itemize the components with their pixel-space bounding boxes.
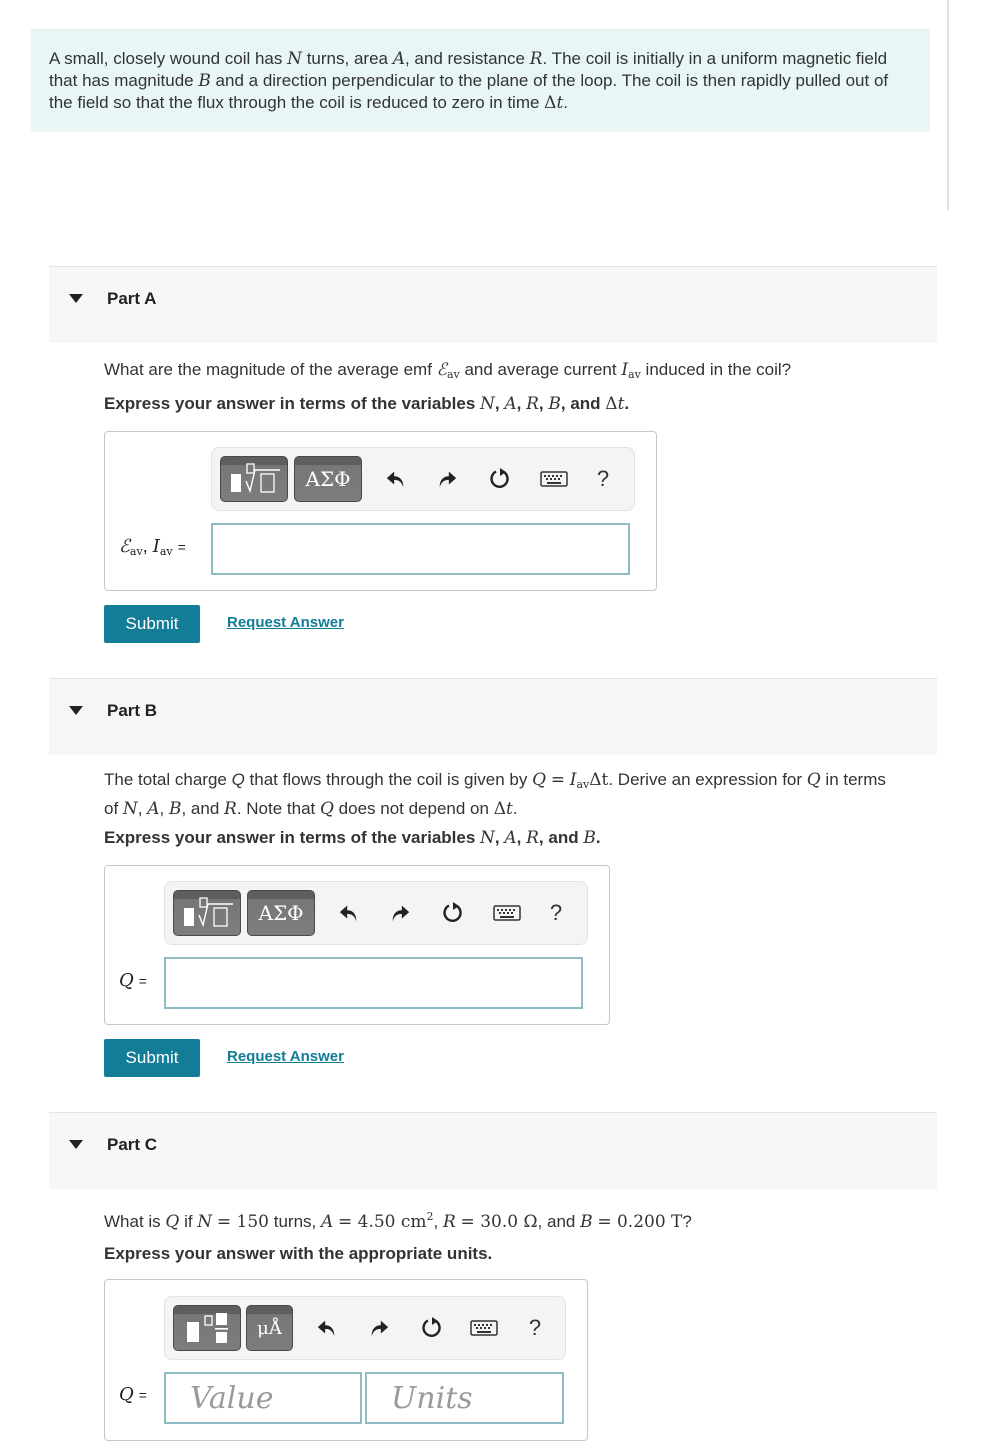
part-a-answer-input[interactable] [211, 523, 630, 575]
part-a-request-answer-link[interactable]: Request Answer [227, 614, 344, 631]
reset-icon[interactable] [485, 464, 515, 494]
part-c-header[interactable]: Part C [49, 1112, 937, 1189]
units-input[interactable] [365, 1372, 564, 1424]
part-c-instruction: Express your answer with the appropriate… [104, 1244, 493, 1263]
intro-text: A small, closely wound coil has N turns,… [49, 49, 889, 113]
part-c-title: Part C [107, 1135, 158, 1154]
part-b-question: The total charge Q that flows through th… [104, 770, 886, 819]
part-c-answer-label: Q = [119, 1384, 147, 1405]
redo-icon[interactable] [364, 1313, 394, 1343]
part-b-submit-button[interactable]: Submit [104, 1039, 200, 1077]
templates-icon [231, 463, 280, 494]
templates-button[interactable] [173, 1305, 241, 1351]
part-a-answer-box: ΑΣΦ ? ℰav, Iav = [104, 431, 657, 591]
part-a-math-toolbar: ΑΣΦ ? [211, 447, 635, 511]
help-button[interactable]: ? [588, 464, 618, 494]
templates-button[interactable] [220, 456, 288, 502]
part-b-title: Part B [107, 701, 158, 720]
greek-symbols-button[interactable]: ΑΣΦ [247, 890, 315, 936]
keyboard-icon[interactable] [537, 464, 571, 494]
part-b-answer-input[interactable] [164, 957, 583, 1009]
help-button[interactable]: ? [520, 1313, 550, 1343]
redo-icon[interactable] [432, 464, 462, 494]
undo-icon[interactable] [312, 1313, 342, 1343]
problem-intro: A small, closely wound coil has N turns,… [31, 29, 930, 132]
undo-icon[interactable] [381, 464, 411, 494]
part-b-request-answer-link[interactable]: Request Answer [227, 1048, 344, 1065]
part-b-header[interactable]: Part B [49, 678, 937, 755]
reset-icon[interactable] [438, 898, 468, 928]
part-a-submit-button[interactable]: Submit [104, 605, 200, 643]
part-c-units-toolbar: μÅ ? [164, 1296, 566, 1360]
collapse-triangle-icon[interactable] [69, 1140, 83, 1149]
part-b-answer-label: Q = [119, 970, 147, 991]
templates-icon [184, 897, 233, 928]
part-b-answer-box: ΑΣΦ ? Q = [104, 865, 610, 1025]
reset-icon[interactable] [417, 1313, 447, 1343]
part-b-math-toolbar: ΑΣΦ ? [164, 881, 588, 945]
keyboard-icon[interactable] [490, 898, 524, 928]
redo-icon[interactable] [385, 898, 415, 928]
collapse-triangle-icon[interactable] [69, 706, 83, 715]
collapse-triangle-icon[interactable] [69, 294, 83, 303]
templates-button[interactable] [173, 890, 241, 936]
part-a-answer-label: ℰav, Iav = [119, 536, 186, 558]
units-button[interactable]: μÅ [246, 1305, 293, 1351]
undo-icon[interactable] [334, 898, 364, 928]
part-c-question: What is Q if N = 150 turns, A = 4.50 cm2… [104, 1210, 692, 1232]
part-a-title: Part A [107, 289, 157, 308]
part-c-answer-box: μÅ ? Q = [104, 1279, 588, 1441]
part-a-instruction: Express your answer in terms of the vari… [104, 394, 630, 414]
scrollbar-track [947, 0, 949, 210]
help-button[interactable]: ? [541, 898, 571, 928]
greek-symbols-button[interactable]: ΑΣΦ [294, 456, 362, 502]
keyboard-icon[interactable] [467, 1313, 501, 1343]
fraction-template-icon [187, 1313, 228, 1343]
part-a-header[interactable]: Part A [49, 266, 937, 343]
value-input[interactable] [164, 1372, 362, 1424]
part-a-question: What are the magnitude of the average em… [104, 360, 792, 381]
part-b-instruction: Express your answer in terms of the vari… [104, 828, 601, 848]
